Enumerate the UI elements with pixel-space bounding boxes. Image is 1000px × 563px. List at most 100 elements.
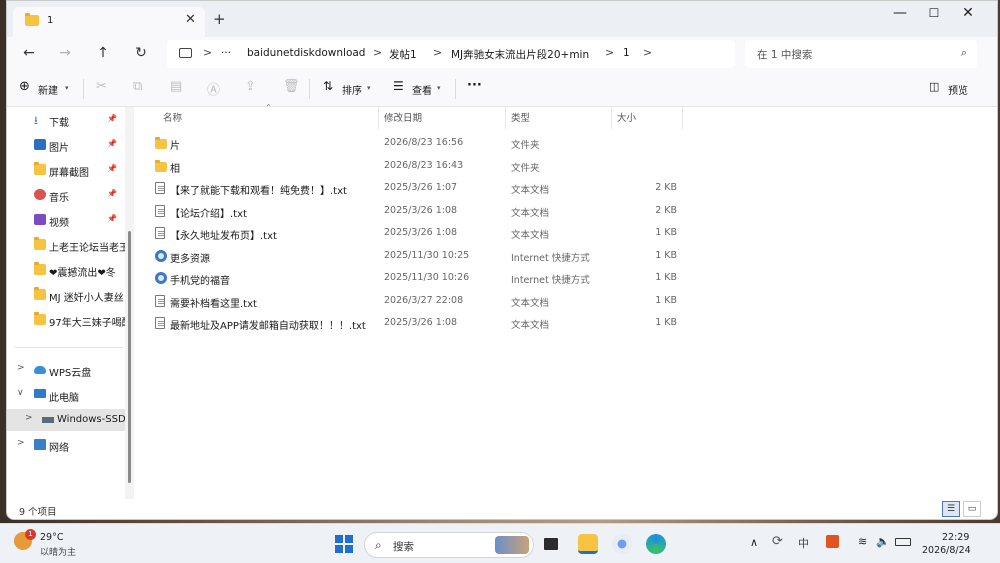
new-button[interactable]: 新建 <box>38 82 58 97</box>
details-view-button[interactable]: ☰ <box>942 501 960 517</box>
column-divider[interactable] <box>682 107 683 129</box>
taskbar-search[interactable]: ⌕ 搜索 <box>364 532 534 558</box>
pin-icon[interactable]: 📌 <box>107 114 117 123</box>
breadcrumb-segment-3[interactable]: MJ奔驰女末流出片段20+min <box>451 47 589 62</box>
paste-icon[interactable]: ▤ <box>170 79 182 94</box>
sidebar-item-this-pc[interactable]: ∨ 此电脑 <box>7 384 125 406</box>
back-button[interactable]: ← <box>19 45 39 61</box>
new-plus-icon[interactable]: ⊕ <box>19 79 30 94</box>
share-icon[interactable]: ⇪ <box>245 79 256 94</box>
pin-icon[interactable]: 📌 <box>107 164 117 173</box>
sidebar-item-network[interactable]: > 网络 <box>7 434 125 456</box>
sort-icon[interactable]: ⇅ <box>323 79 333 93</box>
app-taskbar-icon[interactable] <box>612 534 632 554</box>
wps-tray-icon[interactable] <box>826 535 839 548</box>
column-header-type[interactable]: 类型 <box>511 110 530 132</box>
sidebar-item-windows-ssd[interactable]: > Windows-SSD <box>7 409 125 431</box>
new-tab-button[interactable]: + <box>213 10 226 28</box>
view-icon[interactable]: ☰ <box>393 79 404 93</box>
chevron-down-icon[interactable]: ▾ <box>65 84 69 92</box>
chevron-right-icon[interactable]: > <box>25 413 33 423</box>
sidebar-scrollbar[interactable] <box>125 107 134 499</box>
copy-icon[interactable]: ⧉ <box>133 79 142 94</box>
sort-button[interactable]: 排序 <box>342 82 362 97</box>
chevron-right-icon[interactable]: > <box>605 46 614 59</box>
battery-icon[interactable] <box>895 538 911 546</box>
close-window-button[interactable]: ✕ <box>953 5 983 21</box>
preview-button[interactable]: 预览 <box>948 82 968 97</box>
sidebar-item-videos[interactable]: 视频 📌 <box>7 209 125 231</box>
see-more-button[interactable]: ··· <box>467 78 482 93</box>
weather-desc[interactable]: 以晴为主 <box>40 545 76 558</box>
table-row[interactable]: 【永久地址发布页】.txt 2025/3/26 1:08 文本文档 1 KB <box>137 222 997 244</box>
chevron-right-icon[interactable]: > <box>643 46 652 59</box>
maximize-button[interactable]: ☐ <box>919 6 949 20</box>
rename-icon[interactable]: Ⓐ <box>207 79 220 98</box>
volume-icon[interactable]: 🔈 <box>876 535 890 548</box>
chevron-right-icon[interactable]: > <box>373 46 382 59</box>
wifi-icon[interactable]: ≋ <box>858 535 867 548</box>
table-row[interactable]: 【论坛介绍】.txt 2025/3/26 1:08 文本文档 2 KB <box>137 200 997 222</box>
column-header-size[interactable]: 大小 <box>617 110 636 132</box>
column-header-date[interactable]: 修改日期 <box>384 110 422 132</box>
clock-time[interactable]: 22:29 <box>942 532 969 543</box>
chevron-down-icon[interactable]: ▾ <box>367 84 371 92</box>
chevron-down-icon[interactable]: ▾ <box>437 84 441 92</box>
sync-icon[interactable]: ⟳ <box>772 534 783 549</box>
tab-close-icon[interactable]: ✕ <box>185 12 196 27</box>
file-explorer-taskbar-icon[interactable] <box>578 534 598 554</box>
table-row[interactable]: 相 2026/8/23 16:43 文件夹 <box>137 155 997 177</box>
sidebar-item-wps-cloud[interactable]: > WPS云盘 <box>7 359 125 381</box>
sidebar-item-pictures[interactable]: 图片 📌 <box>7 134 125 156</box>
sidebar-item-folder[interactable]: ❤震撼流出❤冬 <box>7 259 125 281</box>
scrollbar-thumb[interactable] <box>128 231 131 483</box>
refresh-button[interactable]: ↻ <box>131 45 151 61</box>
forward-button[interactable]: → <box>55 45 75 61</box>
sidebar-item-folder[interactable]: 上老王论坛当老王 <box>7 234 125 256</box>
chevron-right-icon[interactable]: > <box>17 363 25 373</box>
table-row[interactable]: 手机党的福音 2025/11/30 10:26 Internet 快捷方式 1 KB <box>137 267 997 289</box>
breadcrumb-segment-1[interactable]: baidunetdiskdownload <box>247 47 365 59</box>
column-divider[interactable] <box>505 107 506 129</box>
table-row[interactable]: 片 2026/8/23 16:56 文件夹 <box>137 132 997 154</box>
sidebar-item-folder[interactable]: MJ 迷奸小人妻丝 <box>7 284 125 306</box>
chevron-right-icon[interactable]: > <box>17 438 25 448</box>
start-button[interactable] <box>334 534 354 554</box>
column-header-name[interactable]: 名称 <box>163 110 182 132</box>
cut-icon[interactable]: ✂ <box>96 79 107 94</box>
task-view-icon[interactable] <box>544 538 558 550</box>
breadcrumb-segment-4[interactable]: 1 <box>623 47 630 59</box>
column-divider[interactable] <box>611 107 612 129</box>
edge-browser-icon[interactable] <box>646 534 666 554</box>
chevron-right-icon[interactable]: > <box>203 46 212 59</box>
sidebar-item-folder[interactable]: 97年大三妹子喝醉 <box>7 309 125 331</box>
up-button[interactable]: ↑ <box>93 45 113 61</box>
breadcrumb-segment-2[interactable]: 发帖1 <box>389 47 417 62</box>
view-button[interactable]: 查看 <box>412 82 432 97</box>
table-row[interactable]: 【来了就能下载和观看！纯免费！】.txt 2025/3/26 1:07 文本文档 2 … <box>137 177 997 199</box>
clock-date[interactable]: 2026/8/24 <box>922 545 971 556</box>
show-hidden-icons[interactable]: ∧ <box>750 536 758 549</box>
table-row[interactable]: 更多资源 2025/11/30 10:25 Internet 快捷方式 1 KB <box>137 245 997 267</box>
column-divider[interactable] <box>378 107 379 129</box>
tab-folder-1[interactable]: 1 ✕ <box>13 7 205 37</box>
table-row[interactable]: 需要补档看这里.txt 2026/3/27 22:08 文本文档 1 KB <box>137 290 997 312</box>
sidebar-item-screenshots[interactable]: 屏幕截图 📌 <box>7 159 125 181</box>
delete-icon[interactable]: 🗑 <box>283 79 300 94</box>
address-more[interactable]: ··· <box>221 47 231 59</box>
chevron-down-icon[interactable]: ∨ <box>17 388 24 398</box>
sidebar-item-music[interactable]: 音乐 📌 <box>7 184 125 206</box>
search-input[interactable]: 在 1 中搜索 ⌕ <box>745 40 977 68</box>
tiles-view-button[interactable]: ▭ <box>963 501 981 517</box>
weather-temp[interactable]: 29°C <box>40 532 63 543</box>
table-row[interactable]: 最新地址及APP请发邮箱自动获取！！！.txt 2025/3/26 1:08 文本文… <box>137 312 997 334</box>
minimize-button[interactable]: — <box>885 5 915 21</box>
address-bar[interactable]: > ··· baidunetdiskdownload > 发帖1 > MJ奔驰女… <box>167 40 735 68</box>
sidebar-item-downloads[interactable]: ⭳ 下载 📌 <box>7 109 125 131</box>
pin-icon[interactable]: 📌 <box>107 189 117 198</box>
preview-pane-icon[interactable]: ◫ <box>929 80 939 93</box>
pin-icon[interactable]: 📌 <box>107 139 117 148</box>
chevron-right-icon[interactable]: > <box>433 46 442 59</box>
ime-language[interactable]: 中 <box>798 535 809 551</box>
pin-icon[interactable]: 📌 <box>107 214 117 223</box>
